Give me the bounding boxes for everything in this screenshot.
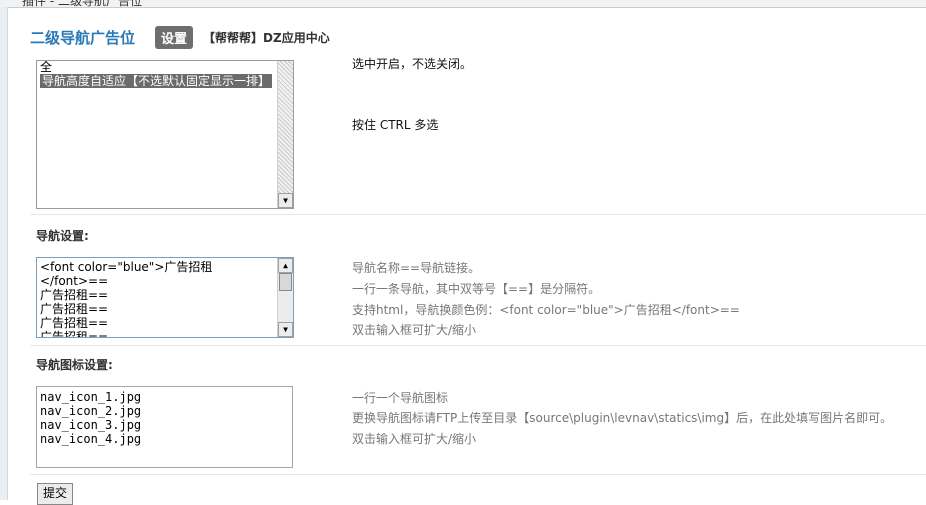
textarea-line: nav_icon_4.jpg xyxy=(40,432,142,446)
plugin-header: 二级导航广告位 设置 【帮帮帮】DZ应用中心 xyxy=(30,25,330,49)
breadcrumb: 插件 - 二级导航广告位 xyxy=(22,0,142,8)
divider xyxy=(30,214,926,215)
scroll-up-icon[interactable]: ▲ xyxy=(278,258,293,273)
left-frame-strip xyxy=(0,7,8,500)
option-item[interactable]: 全 xyxy=(37,61,293,74)
textarea-line: 广告招租== xyxy=(40,330,109,338)
option-multiselect[interactable]: 全 导航高度自适应【不选默认固定显示一排】 ▼ xyxy=(36,60,294,209)
textarea-line: nav_icon_2.jpg xyxy=(40,404,142,418)
nav-settings-textarea[interactable]: <font color="blue">广告招租 </font>== 广告招租==… xyxy=(36,257,294,338)
textarea-line: </font>== xyxy=(40,274,109,288)
submit-button[interactable]: 提交 xyxy=(37,483,73,505)
top-breadcrumb-bar: 插件 - 二级导航广告位 xyxy=(0,0,926,8)
nav-icons-textarea[interactable]: nav_icon_1.jpg nav_icon_2.jpg nav_icon_3… xyxy=(36,386,293,468)
nav-icons-help-1: 一行一个导航图标 xyxy=(352,391,449,405)
option-help-main: 按住 CTRL 多选 xyxy=(352,118,439,132)
nav-settings-help-1: 导航名称==导航链接。 xyxy=(352,261,481,275)
textarea-line: <font color="blue">广告招租 xyxy=(40,260,213,274)
textarea-line: 广告招租== xyxy=(40,302,109,316)
app-center-link[interactable]: 【帮帮帮】DZ应用中心 xyxy=(203,29,330,46)
divider xyxy=(30,474,926,475)
divider xyxy=(30,345,926,346)
scroll-thumb[interactable] xyxy=(279,273,292,291)
nav-settings-scrollbar[interactable]: ▲ ▼ xyxy=(277,258,293,337)
nav-icons-help-3: 双击输入框可扩大/缩小 xyxy=(352,432,477,446)
option-scrollbar[interactable]: ▼ xyxy=(277,61,293,208)
nav-settings-help-2: 一行一条导航，其中双等号【==】是分隔符。 xyxy=(352,282,601,296)
textarea-line: nav_icon_3.jpg xyxy=(40,418,142,432)
nav-settings-label: 导航设置: xyxy=(36,229,89,243)
option-help-top: 选中开启，不选关闭。 xyxy=(352,57,473,71)
nav-settings-help-3: 支持html，导航换颜色例：<font color="blue">广告招租</f… xyxy=(352,303,740,317)
scroll-down-icon[interactable]: ▼ xyxy=(278,322,293,337)
nav-icons-help-2: 更换导航图标请FTP上传至目录【source\plugin\levnav\sta… xyxy=(352,411,893,425)
tab-settings[interactable]: 设置 xyxy=(155,25,194,49)
textarea-line: 广告招租== xyxy=(40,288,109,302)
textarea-line: 广告招租== xyxy=(40,316,109,330)
page-title: 二级导航广告位 xyxy=(30,28,136,47)
textarea-line: nav_icon_1.jpg xyxy=(40,390,142,404)
scroll-down-icon[interactable]: ▼ xyxy=(278,193,293,208)
option-item-selected[interactable]: 导航高度自适应【不选默认固定显示一排】 xyxy=(40,74,273,88)
nav-icons-label: 导航图标设置: xyxy=(36,358,113,372)
nav-settings-help-4: 双击输入框可扩大/缩小 xyxy=(352,323,477,337)
